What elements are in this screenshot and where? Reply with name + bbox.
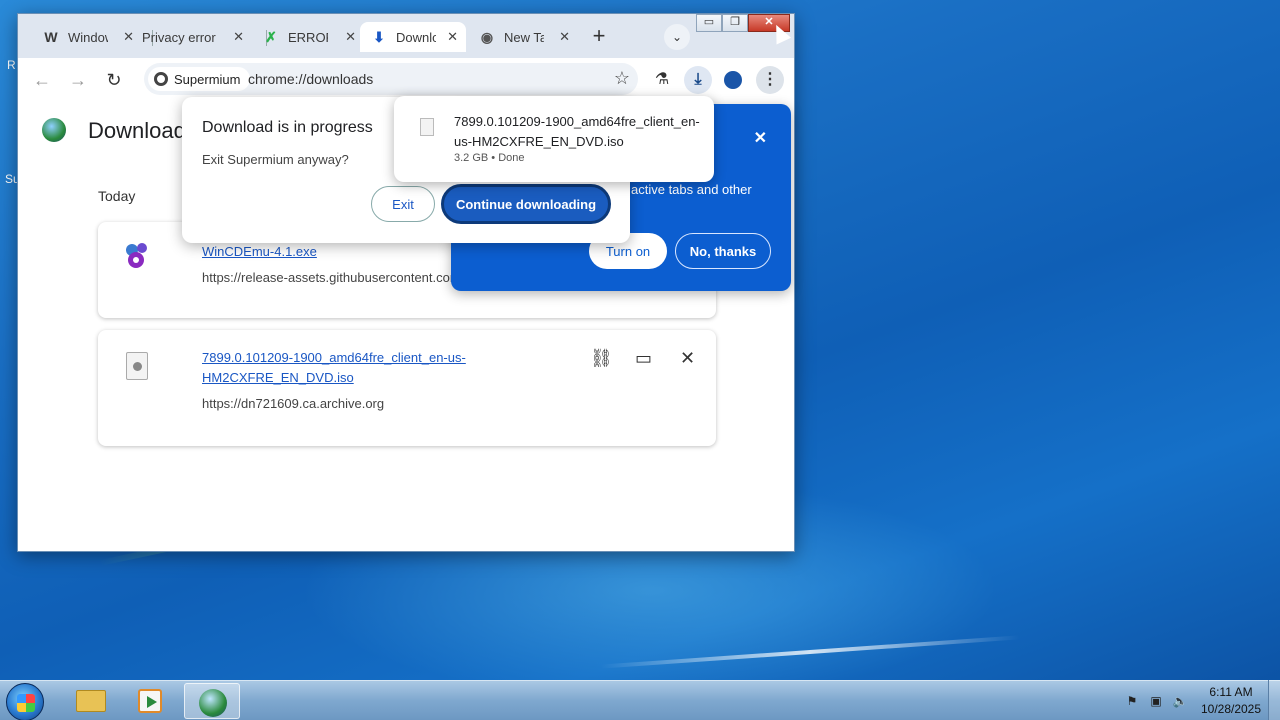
- continue-downloading-button[interactable]: Continue downloading: [441, 184, 611, 224]
- chrome-icon: ◉: [480, 28, 494, 45]
- no-thanks-button[interactable]: No, thanks: [675, 233, 771, 269]
- site-info-chip[interactable]: Supermium: [148, 67, 251, 91]
- tab-label: Window: [68, 29, 108, 45]
- download-bubble-status: 3.2 GB • Done: [454, 152, 525, 164]
- close-icon[interactable]: ✕: [233, 29, 244, 45]
- taskbar-media-player[interactable]: [122, 683, 178, 719]
- folder-icon[interactable]: ▭: [635, 348, 652, 369]
- minimize-button[interactable]: ▭: [696, 14, 722, 32]
- tab-window[interactable]: W Window ✕: [42, 22, 142, 52]
- supermium-icon: [154, 72, 168, 86]
- tab-label: New Ta: [504, 29, 544, 45]
- downloads-button[interactable]: ⤓: [684, 66, 712, 94]
- bookmark-star-icon[interactable]: ☆: [614, 68, 630, 89]
- menu-button[interactable]: ⋮: [756, 66, 784, 94]
- windows-logo-icon: [17, 694, 35, 712]
- file-icon: [420, 118, 434, 136]
- download-source-url: https://dn721609.ca.archive.org: [202, 396, 385, 411]
- site-chip-label: Supermium: [174, 71, 241, 87]
- tab-privacy-error[interactable]: Privacy error ✕: [142, 22, 252, 52]
- maximize-button[interactable]: ❐: [722, 14, 748, 32]
- download-item: 7899.0.101209-1900_amd64fre_client_en-us…: [98, 330, 716, 446]
- back-button[interactable]: ←: [28, 66, 56, 94]
- dialog-message: Exit Supermium anyway?: [202, 152, 349, 167]
- file-icon: [126, 352, 158, 384]
- tab-label: Privacy error: [142, 29, 216, 45]
- installer-icon: [122, 240, 154, 272]
- download-file-link[interactable]: 7899.0.101209-1900_amd64fre_client_en-us…: [202, 348, 562, 388]
- download-source-url: https://release-assets.githubusercontent…: [202, 270, 461, 285]
- desktop-icon-label[interactable]: R: [7, 58, 16, 72]
- taskbar: [0, 680, 1280, 720]
- tab-label: ERROR: [288, 29, 328, 45]
- tab-new-tab[interactable]: ◉ New Ta ✕: [478, 22, 578, 52]
- download-bubble: 7899.0.101209-1900_amd64fre_client_en-us…: [394, 96, 714, 182]
- media-player-icon: [138, 689, 162, 713]
- labs-flask-icon[interactable]: ⚗: [648, 66, 676, 94]
- profile-avatar[interactable]: [724, 71, 742, 89]
- tab-search-button[interactable]: ⌄: [664, 24, 690, 50]
- url-text[interactable]: chrome://downloads: [248, 71, 373, 87]
- dialog-title: Download is in progress: [202, 119, 373, 136]
- volume-muted-icon[interactable]: 🔈: [1172, 693, 1188, 709]
- copy-link-icon[interactable]: ⛓: [590, 348, 613, 369]
- download-bubble-filename[interactable]: 7899.0.101209-1900_amd64fre_client_en-us…: [454, 112, 702, 152]
- toolbar: ← → ↻ Supermium chrome://downloads ☆ ⚗ ⤓…: [18, 58, 794, 100]
- show-desktop-button[interactable]: [1268, 680, 1280, 720]
- forward-button[interactable]: →: [64, 66, 92, 94]
- clock-date: 10/28/2025: [1200, 702, 1262, 716]
- taskbar-browser[interactable]: [184, 683, 240, 719]
- clock-time: 6:11 AM: [1209, 685, 1253, 699]
- exit-button[interactable]: Exit: [371, 186, 435, 222]
- folder-icon: [76, 690, 106, 712]
- tab-strip: W Window ✕ Privacy error ✕ ✗ ERROR ✕ ⬇ D…: [18, 14, 794, 58]
- address-bar[interactable]: Supermium chrome://downloads ☆: [144, 63, 638, 95]
- browser-icon: [199, 689, 227, 717]
- close-icon[interactable]: ✕: [754, 128, 767, 148]
- date-section-heading: Today: [98, 188, 136, 204]
- reload-button[interactable]: ↻: [100, 66, 128, 94]
- close-icon[interactable]: ✕: [559, 29, 570, 45]
- taskbar-explorer[interactable]: [62, 683, 118, 719]
- tab-label: Downlo: [396, 29, 436, 45]
- close-icon[interactable]: ✕: [345, 29, 356, 45]
- download-icon: ⬇: [373, 28, 385, 45]
- error-icon: ✗: [265, 28, 277, 45]
- action-center-flag-icon[interactable]: ⚑: [1124, 693, 1140, 709]
- supermium-logo: [42, 118, 66, 142]
- close-icon[interactable]: ✕: [123, 29, 134, 45]
- new-tab-button[interactable]: +: [586, 24, 612, 50]
- network-icon[interactable]: ▣: [1148, 693, 1164, 709]
- wikipedia-icon: W: [44, 29, 58, 45]
- remove-icon[interactable]: ✕: [680, 348, 695, 369]
- tab-error[interactable]: ✗ ERROR ✕: [262, 22, 364, 52]
- start-button[interactable]: [6, 683, 44, 720]
- page-title: Downloads: [88, 118, 197, 143]
- taskbar-clock[interactable]: 6:11 AM 10/28/2025: [1196, 684, 1266, 718]
- tab-downloads[interactable]: ⬇ Downlo ✕: [360, 22, 466, 52]
- close-icon[interactable]: ✕: [447, 29, 458, 45]
